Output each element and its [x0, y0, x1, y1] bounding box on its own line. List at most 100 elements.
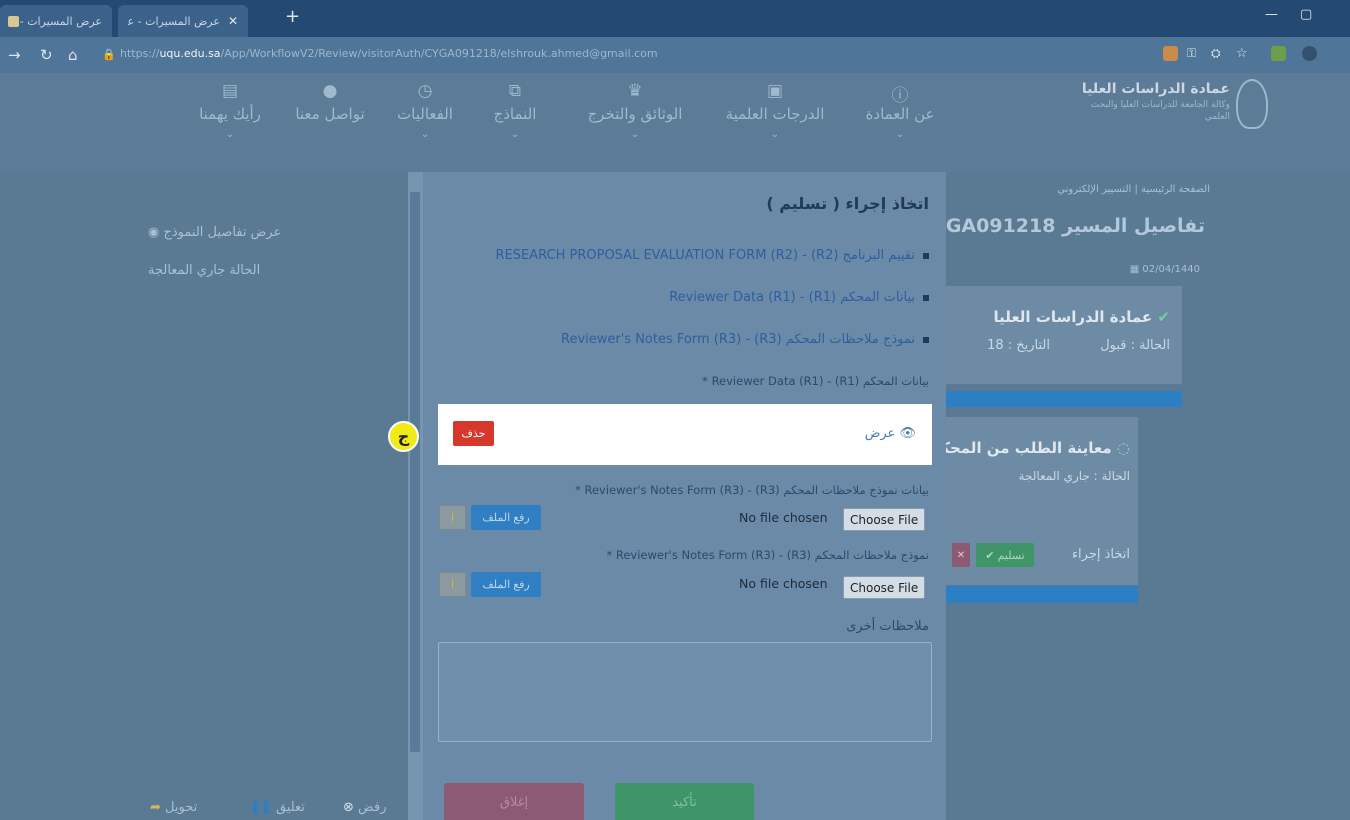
comment-link[interactable]: تعليق ❚❚	[250, 800, 305, 815]
choose-file-button[interactable]: Choose File	[843, 576, 926, 599]
forward-icon[interactable]: →	[8, 46, 21, 64]
form-link-r2[interactable]: تقييم البرنامج (R2) - RESEARCH PROPOSAL …	[496, 248, 929, 263]
lock-icon: 🔒	[102, 48, 116, 61]
menu-item-events[interactable]: ◷ الفعاليات ⌄	[370, 81, 480, 140]
form-link-r3[interactable]: نموذج ملاحظات المحكم (R3) - Reviewer's N…	[561, 332, 929, 347]
url-domain: uqu.edu.sa	[159, 47, 221, 60]
menu-item-contact[interactable]: ● تواصل معنا	[275, 81, 385, 123]
scrollbar-thumb[interactable]	[410, 192, 420, 752]
delete-button[interactable]: حذف	[453, 421, 494, 446]
home-icon[interactable]: ⌂	[68, 46, 78, 64]
extension-icon[interactable]	[1163, 46, 1178, 61]
menu-label: تواصل معنا	[295, 105, 365, 123]
reload-icon[interactable]: ↻	[40, 46, 53, 64]
card-status: الحالة : جاري المعالجة	[1018, 469, 1130, 483]
chevron-down-icon: ⌄	[770, 129, 780, 140]
close-circle-icon: ⊗	[343, 800, 354, 815]
clock-icon: ◷	[417, 81, 433, 101]
profile-icon[interactable]	[1302, 46, 1317, 61]
eye-icon: ◉	[148, 225, 160, 240]
notes-form-label: نموذج ملاحظات المحكم (R3) - Reviewer's N…	[606, 548, 929, 562]
view-details-label: عرض تفاصيل النموذج	[163, 225, 282, 240]
menu-item-documents[interactable]: ♛ الوثائق والتخرج ⌄	[580, 81, 690, 140]
annotation-marker: ج	[388, 421, 419, 452]
date-value: 02/04/1440	[1142, 264, 1200, 275]
minimize-icon[interactable]: —	[1265, 7, 1278, 22]
chevron-down-icon: ⌄	[420, 129, 430, 140]
brand-title: عمادة الدراسات العليا	[1081, 81, 1230, 97]
info-icon[interactable]: i	[439, 505, 466, 530]
card-title-label: عمادة الدراسات العليا	[993, 308, 1153, 326]
view-details-link[interactable]: عرض تفاصيل النموذج ◉	[148, 225, 281, 240]
side-status: الحالة جاري المعالجة	[148, 263, 261, 278]
tab-label: عرض المسيرات - عمادة الدراسات العليا	[18, 14, 102, 28]
no-file-text: No file chosen	[739, 510, 828, 525]
reject-label: رفض	[358, 800, 387, 815]
modal-title: اتخاذ إجراء ( تسليم )	[766, 194, 929, 213]
brand-subtitle: وكالة الجامعة للدراسات العليا والبحث الع…	[1090, 100, 1230, 122]
close-button[interactable]: إغلاق	[444, 783, 584, 820]
confirm-button[interactable]: تأكيد	[615, 783, 754, 820]
menu-item-feedback[interactable]: ▤ رأيك يهمنا ⌄	[175, 81, 285, 140]
card-title-label: معاينة الطلب من المحكم	[929, 439, 1112, 457]
brand[interactable]: عمادة الدراسات العليا وكالة الجامعة للدر…	[1080, 81, 1230, 123]
status-card-deanship: ✔ عمادة الدراسات العليا الحالة : قبول ال…	[946, 286, 1182, 384]
extension-badge-icon[interactable]	[1271, 46, 1286, 61]
reject-small-button[interactable]: ✕	[952, 543, 970, 567]
maximize-icon[interactable]: ▢	[1300, 7, 1312, 22]
transfer-label: تحويل	[165, 800, 198, 815]
menu-label: عن العمادة	[865, 105, 935, 123]
key-icon[interactable]: ⚿	[1187, 46, 1196, 61]
breadcrumb[interactable]: الصفحة الرئيسية | التسيير الإلكتروني	[1057, 184, 1210, 195]
favicon-icon	[8, 15, 19, 27]
no-file-text: No file chosen	[739, 576, 828, 591]
translate-icon[interactable]: ⛭	[1211, 46, 1221, 61]
calendar-icon: ▦	[1129, 264, 1140, 275]
bullet-icon	[923, 336, 929, 343]
card-status: الحالة : قبول	[1100, 338, 1170, 353]
form-link-r1[interactable]: بيانات المحكم (R1) - Reviewer Data (R1)	[669, 290, 929, 305]
bullet-icon	[923, 252, 929, 259]
menu-label: الفعاليات	[397, 105, 453, 123]
form-link-label: بيانات المحكم (R1) - Reviewer Data (R1)	[669, 290, 915, 305]
menu-label: رأيك يهمنا	[199, 105, 261, 123]
url-path: /App/WorkflowV2/Review/visitorAuth/CYGA0…	[220, 47, 658, 60]
address-bar-row: → ↻ ⌂ 🔒 https://uqu.edu.sa/App/WorkflowV…	[0, 37, 1350, 73]
menu-item-about[interactable]: ⓘ عن العمادة ⌄	[845, 81, 955, 140]
action-modal: اتخاذ إجراء ( تسليم ) تقييم البرنامج (R2…	[408, 172, 946, 820]
reject-link[interactable]: رفض ⊗	[343, 800, 386, 815]
chevron-down-icon: ⌄	[895, 129, 905, 140]
upload-button[interactable]: رفع الملف	[471, 572, 541, 597]
document-icon: ▤	[221, 81, 239, 101]
page-date: 02/04/1440 ▦	[1130, 264, 1200, 275]
check-circle-icon: ✔	[1157, 308, 1170, 326]
university-seal-logo	[1236, 79, 1268, 129]
other-notes-label: ملاحظات أخرى	[846, 619, 929, 634]
info-icon[interactable]: i	[439, 572, 466, 597]
card-title: ✔ عمادة الدراسات العليا	[993, 308, 1170, 326]
chevron-down-icon: ⌄	[225, 129, 235, 140]
upload-button[interactable]: رفع الملف	[471, 505, 541, 530]
reviewer-data-row: 👁 عرض حذف	[438, 404, 932, 465]
accept-button[interactable]: ✔ تسليم	[976, 543, 1034, 567]
modal-scrollbar[interactable]	[408, 172, 423, 820]
view-link[interactable]: 👁 عرض	[865, 426, 916, 441]
card-divider	[946, 586, 1138, 603]
card-title: ◌ معاينة الطلب من المحكم	[929, 439, 1130, 457]
form-link-label: تقييم البرنامج (R2) - RESEARCH PROPOSAL …	[495, 248, 915, 263]
page-title: تفاصيل المسير CYGA091218	[918, 215, 1205, 237]
location-icon: ●	[322, 81, 338, 101]
url-field[interactable]: https://uqu.edu.sa/App/WorkflowV2/Review…	[120, 47, 658, 60]
transfer-link[interactable]: تحويل ➦	[150, 800, 197, 815]
share-icon: ➦	[150, 800, 161, 815]
bookmark-star-icon[interactable]: ☆	[1236, 46, 1248, 61]
menu-item-degrees[interactable]: ▣ الدرجات العلمية ⌄	[720, 81, 830, 140]
choose-file-button[interactable]: Choose File	[843, 508, 926, 531]
menu-label: الوثائق والتخرج	[587, 105, 683, 123]
other-notes-textarea[interactable]	[438, 642, 932, 742]
card-date: التاريخ : 18	[987, 338, 1050, 353]
new-tab-button[interactable]: +	[285, 6, 300, 27]
url-prefix: https://	[120, 47, 160, 60]
form-link-label: نموذج ملاحظات المحكم (R3) - Reviewer's N…	[561, 332, 915, 347]
browser-tab[interactable]: عرض المسيرات - عمادة الدراسات العليا	[0, 5, 112, 37]
